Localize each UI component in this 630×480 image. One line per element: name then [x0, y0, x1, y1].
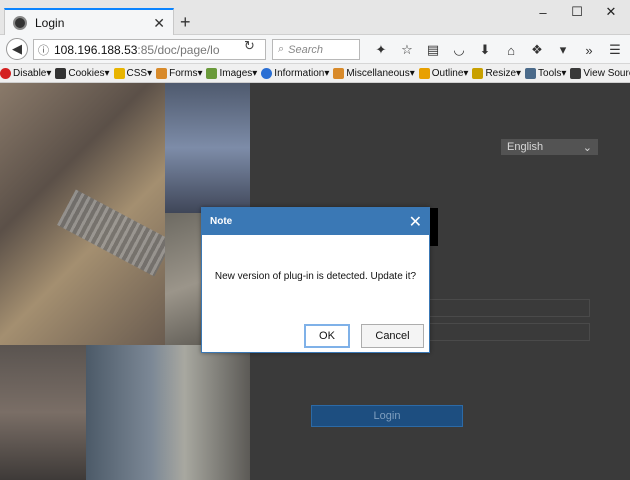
search-icon: ⌕: [278, 43, 285, 55]
extension-icon[interactable]: ✦: [368, 40, 394, 60]
bookmark-star-icon[interactable]: ☆: [394, 40, 420, 60]
new-tab-button[interactable]: +: [180, 12, 191, 33]
language-value: English: [507, 141, 544, 153]
ok-button[interactable]: OK: [304, 324, 350, 348]
chevron-down-icon: ⌄: [582, 141, 592, 154]
css-icon: [113, 67, 125, 79]
url-bar[interactable]: ⓘ 108.196.188.53 :85/doc/page/lo: [33, 39, 266, 60]
disable-icon: [0, 67, 11, 79]
devbar-item-disable[interactable]: Disable▾: [0, 67, 51, 79]
warehouse-photo: [165, 83, 250, 213]
maximize-button[interactable]: ☐: [560, 0, 594, 24]
info-icon: [261, 67, 273, 79]
dialog-header: Note ✕: [202, 208, 429, 235]
dropdown-icon[interactable]: ▾: [550, 40, 576, 60]
devbar-item-tools[interactable]: Tools▾: [525, 67, 566, 79]
download-icon[interactable]: ⬇: [472, 40, 498, 60]
conveyor-graphic: [57, 189, 165, 277]
resize-icon: [472, 67, 484, 79]
devbar-item-cookies[interactable]: Cookies▾: [55, 67, 110, 79]
browser-tab[interactable]: Login ✕: [4, 8, 174, 36]
devbar-item-forms[interactable]: Forms▾: [156, 67, 202, 79]
close-icon[interactable]: ✕: [409, 212, 422, 232]
cancel-button[interactable]: Cancel: [361, 324, 424, 348]
back-arrow-icon: ◀: [12, 41, 22, 56]
devbar-item-outline[interactable]: Outline▾: [418, 67, 468, 79]
language-select[interactable]: English ⌄: [501, 139, 598, 155]
dialog-title: Note: [210, 216, 233, 227]
misc-icon: [333, 67, 345, 79]
home-icon[interactable]: ⌂: [498, 40, 524, 60]
username-field[interactable]: [425, 299, 590, 317]
back-button[interactable]: ◀: [6, 38, 28, 60]
password-field[interactable]: [425, 323, 590, 341]
camera-favicon-icon: [13, 16, 27, 30]
forms-icon: [156, 67, 168, 79]
devbar-item-information[interactable]: Information▾: [261, 67, 329, 79]
devbar-item-images[interactable]: Images▾: [206, 67, 257, 79]
url-host: 108.196.188.53: [54, 42, 138, 57]
close-window-button[interactable]: ✕: [594, 0, 628, 24]
factory-photo: [0, 83, 165, 345]
login-button[interactable]: Login: [311, 405, 463, 427]
browser-navbar: ◀ ⓘ 108.196.188.53 :85/doc/page/lo ↻ ⌕ S…: [0, 35, 630, 64]
devbar-item-css[interactable]: CSS▾: [113, 67, 152, 79]
addon-icon[interactable]: ❖: [524, 40, 550, 60]
dialog-message: New version of plug-in is detected. Upda…: [214, 271, 417, 282]
devbar-item-view-source[interactable]: View Source▾: [570, 67, 630, 79]
reading-list-icon[interactable]: ▤: [420, 40, 446, 60]
menu-icon[interactable]: ☰: [602, 40, 628, 60]
browser-titlebar: Login ✕ + – ☐ ✕: [0, 0, 630, 36]
tab-title: Login: [35, 16, 65, 30]
info-icon[interactable]: ⓘ: [38, 42, 49, 58]
reload-icon[interactable]: ↻: [244, 38, 255, 54]
crowd-photo: [0, 345, 86, 480]
search-placeholder: Search: [288, 43, 324, 56]
outline-icon: [418, 67, 430, 79]
url-path: :85/doc/page/lo: [137, 42, 220, 57]
minimize-button[interactable]: –: [526, 0, 560, 24]
search-input[interactable]: ⌕ Search: [272, 39, 360, 60]
images-icon: [206, 67, 218, 79]
devbar-item-miscellaneous[interactable]: Miscellaneous▾: [333, 67, 415, 79]
overflow-icon[interactable]: »: [576, 40, 602, 60]
update-plugin-dialog: Note ✕ New version of plug-in is detecte…: [201, 207, 430, 353]
view-source-icon: [570, 67, 582, 79]
close-tab-icon[interactable]: ✕: [153, 15, 165, 32]
cookie-icon: [55, 67, 67, 79]
toolbar-icons: ✦ ☆ ▤ ◡ ⬇ ⌂ ❖ ▾ » ☰: [368, 40, 628, 60]
hall-photo: [86, 345, 250, 480]
devbar-item-resize[interactable]: Resize▾: [472, 67, 521, 79]
pocket-icon[interactable]: ◡: [446, 40, 472, 60]
web-developer-toolbar: Disable▾ Cookies▾ CSS▾ Forms▾ Images▾ In…: [0, 64, 630, 83]
tools-icon: [525, 67, 537, 79]
